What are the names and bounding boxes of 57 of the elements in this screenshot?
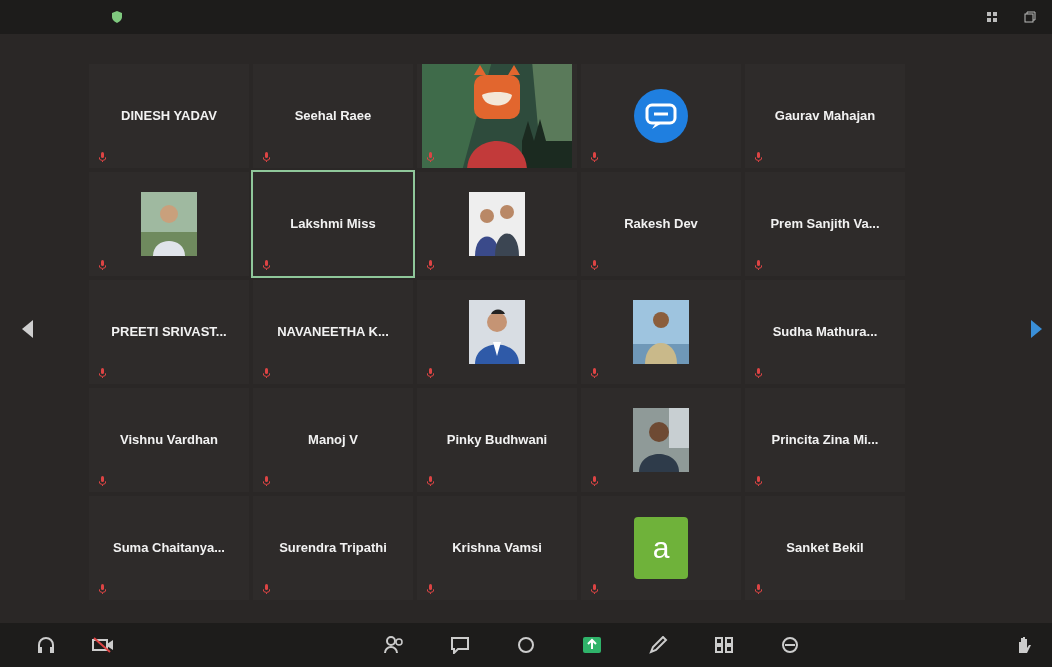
participants-icon[interactable]	[384, 636, 404, 654]
participant-name: Manoj V	[308, 432, 358, 447]
participant-name: DINESH YADAV	[121, 108, 217, 123]
apps-icon[interactable]	[714, 636, 734, 654]
share-screen-icon[interactable]	[582, 636, 602, 654]
pen-icon[interactable]	[648, 636, 668, 654]
restore-icon[interactable]	[1024, 11, 1036, 23]
mic-muted-icon	[591, 151, 598, 162]
mic-muted-icon	[591, 475, 598, 486]
mic-muted-icon	[755, 151, 762, 162]
mic-muted-icon	[755, 583, 762, 594]
mic-muted-icon	[263, 367, 270, 378]
mic-muted-icon	[591, 367, 598, 378]
mic-muted-icon	[263, 583, 270, 594]
participant-name: Suma Chaitanya...	[113, 540, 225, 555]
mic-muted-icon	[99, 367, 106, 378]
mic-muted-icon	[591, 583, 598, 594]
participant-name: Surendra Tripathi	[279, 540, 387, 555]
participant-name: Krishna Vamsi	[452, 540, 542, 555]
mic-muted-icon	[427, 367, 434, 378]
chat-icon[interactable]	[450, 636, 470, 654]
next-page-icon[interactable]	[1030, 319, 1042, 338]
mic-muted-icon	[427, 151, 434, 162]
participant-name: Lakshmi Miss	[290, 216, 376, 231]
mic-muted-icon	[99, 583, 106, 594]
mic-muted-icon	[99, 151, 106, 162]
mic-muted-icon	[427, 583, 434, 594]
participant-name: Princita Zina Mi...	[771, 432, 879, 447]
mic-muted-icon	[99, 259, 106, 270]
hand-icon[interactable]	[1016, 636, 1032, 654]
avatar-letter: a	[634, 516, 688, 579]
mic-muted-icon	[427, 259, 434, 270]
mic-muted-icon	[263, 259, 270, 270]
headphones-icon[interactable]	[36, 636, 56, 654]
participant-name: Sudha Mathura...	[772, 324, 878, 339]
participant-name: Vishnu Vardhan	[120, 432, 218, 447]
participant-name: Seehal Raee	[294, 108, 372, 123]
participant-name: Prem Sanjith Va...	[770, 216, 880, 231]
participant-name: Pinky Budhwani	[446, 432, 548, 447]
mic-muted-icon	[755, 475, 762, 486]
grid-icon[interactable]	[986, 11, 998, 23]
mic-muted-icon	[755, 367, 762, 378]
mic-muted-icon	[427, 475, 434, 486]
mic-muted-icon	[755, 259, 762, 270]
mic-muted-icon	[591, 259, 598, 270]
shield-icon	[112, 11, 122, 23]
participant-name: Sanket Bekil	[786, 540, 864, 555]
participant-name: Gaurav Mahajan	[774, 108, 876, 123]
chat-logo-icon	[634, 88, 688, 143]
mic-muted-icon	[263, 151, 270, 162]
mic-muted-icon	[99, 475, 106, 486]
previous-page-icon[interactable]	[22, 319, 34, 338]
video-off-icon[interactable]	[92, 637, 114, 653]
participant-name: NAVANEETHA K...	[277, 324, 389, 339]
participant-name: Rakesh Dev	[624, 216, 698, 231]
mic-muted-icon	[263, 475, 270, 486]
participant-name: PREETI SRIVAST...	[111, 324, 227, 339]
